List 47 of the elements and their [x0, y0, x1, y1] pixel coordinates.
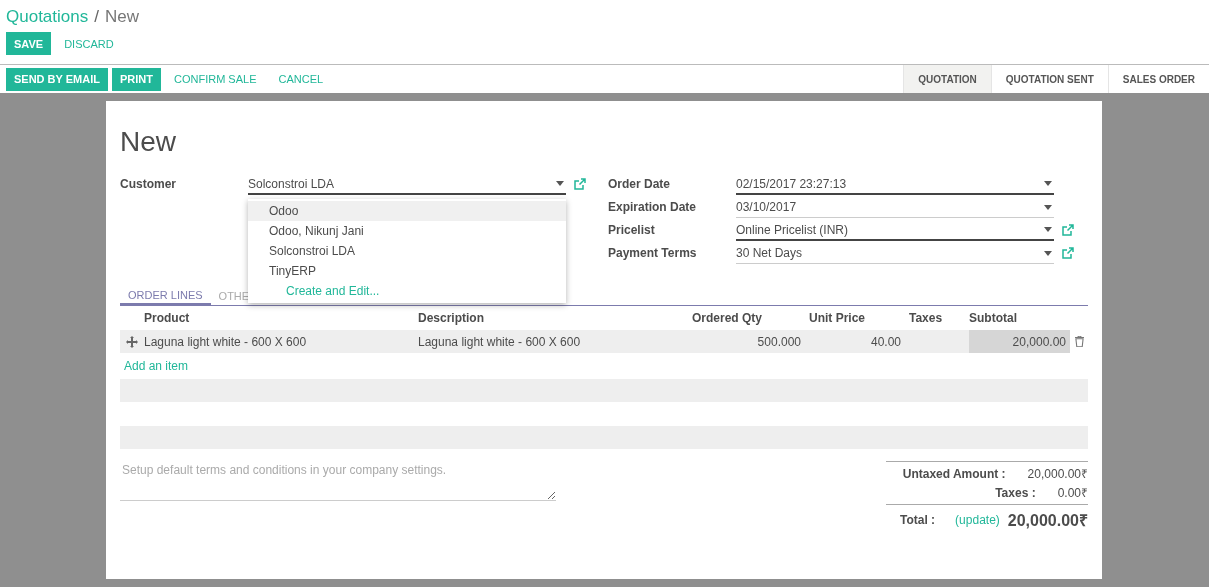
- total-label: Taxes :: [995, 485, 1036, 500]
- external-link-icon[interactable]: [574, 178, 586, 190]
- table-cell: Laguna light white - 600 X 600: [418, 330, 692, 353]
- dropdown-option[interactable]: TinyERP: [248, 261, 566, 281]
- external-link-icon[interactable]: [1062, 224, 1074, 236]
- column-header[interactable]: Taxes: [909, 306, 969, 329]
- dropdown-field[interactable]: 30 Net Days: [736, 244, 1054, 264]
- column-header[interactable]: Unit Price: [809, 306, 909, 329]
- table-cell: 500.000: [692, 330, 809, 353]
- dropdown-option[interactable]: Odoo: [248, 201, 566, 221]
- field-label: Order Date: [608, 176, 672, 191]
- dropdown-field[interactable]: Online Pricelist (INR): [736, 221, 1054, 241]
- breadcrumb-separator: /: [94, 7, 99, 27]
- external-link-icon[interactable]: [1062, 247, 1074, 259]
- dropdown-field[interactable]: Solconstroi LDA: [248, 175, 566, 195]
- column-header[interactable]: Ordered Qty: [692, 306, 809, 329]
- table-cell: [909, 330, 969, 353]
- total-label: Total :: [900, 513, 936, 527]
- dropdown-option[interactable]: Solconstroi LDA: [248, 241, 566, 261]
- total-label: Untaxed Amount :: [902, 466, 1006, 481]
- column-header[interactable]: Description: [418, 306, 692, 329]
- field-label: Pricelist: [608, 222, 656, 237]
- record-title: New: [120, 125, 177, 159]
- trash-icon[interactable]: [1074, 336, 1084, 347]
- column-header[interactable]: Subtotal: [969, 306, 1070, 329]
- caret-icon: [1044, 181, 1052, 186]
- column-header[interactable]: Product: [144, 306, 418, 329]
- caret-icon: [1044, 227, 1052, 232]
- field-label: Customer: [120, 176, 177, 191]
- tab[interactable]: ORDER LINES: [120, 283, 211, 305]
- table-cell: Laguna light white - 600 X 600: [144, 330, 418, 353]
- field-label: Payment Terms: [608, 245, 698, 260]
- caret-icon: [1044, 250, 1052, 256]
- dropdown-option[interactable]: Odoo, Nikunj Jani: [248, 221, 566, 241]
- drag-handle-icon[interactable]: [126, 335, 138, 348]
- status-step[interactable]: QUOTATION: [903, 65, 991, 93]
- field-label: Expiration Date: [608, 199, 698, 214]
- caret-icon: [556, 181, 564, 186]
- breadcrumb-current: New: [104, 7, 139, 27]
- table-cell: 20,000.00: [969, 330, 1070, 353]
- dropdown-field[interactable]: 02/15/2017 23:27:13: [736, 175, 1054, 195]
- total-value: 0.00₹: [1057, 485, 1088, 501]
- total-value: 20,000.00₹: [1007, 511, 1088, 531]
- table-cell: 40.00: [809, 330, 909, 353]
- total-value: 20,000.00₹: [1027, 466, 1088, 482]
- dropdown-field[interactable]: 03/10/2017: [736, 198, 1054, 218]
- caret-icon: [1044, 204, 1052, 210]
